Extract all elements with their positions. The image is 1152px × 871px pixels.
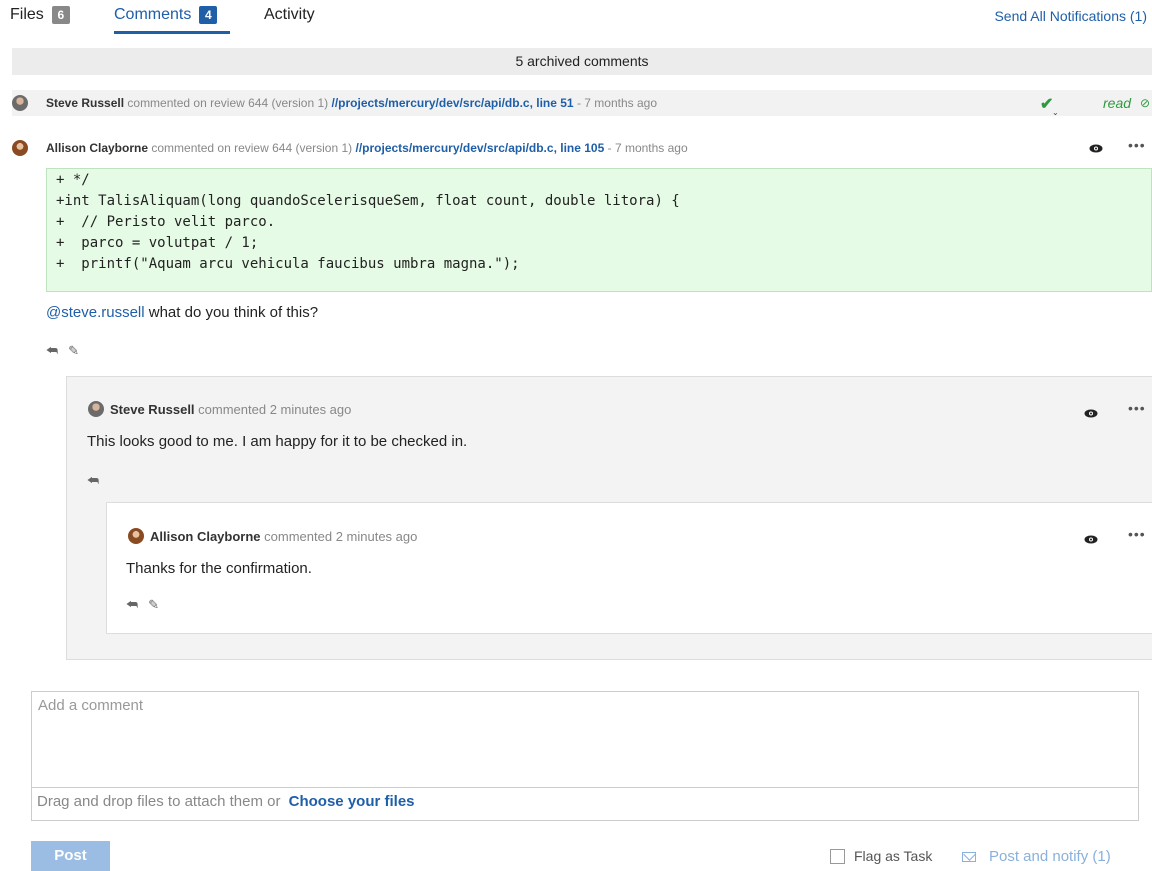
comment-composer: Drag and drop files to attach them or Ch…: [31, 691, 1139, 821]
post-notify-label: Post and notify (1): [989, 848, 1111, 865]
code-snippet: + */ +int TalisAliquam(long quandoSceleri…: [46, 168, 1152, 292]
tab-activity-label: Activity: [264, 6, 315, 23]
reply-icon[interactable]: ⮪: [46, 343, 58, 359]
eye-icon[interactable]: [1084, 409, 1098, 418]
file-link[interactable]: //projects/mercury/dev/src/api/db.c, lin…: [332, 96, 574, 110]
tab-files[interactable]: Files 6: [10, 6, 70, 24]
flag-as-task[interactable]: Flag as Task: [830, 848, 932, 864]
comment-header-steve: Steve Russell commented on review 644 (v…: [12, 90, 1152, 117]
comment-actions: ⮪: [87, 473, 99, 489]
eye-icon[interactable]: [1084, 535, 1098, 544]
reply-thread: Allison Clayborne commented 2 minutes ag…: [106, 502, 1152, 634]
code-line: + */: [56, 172, 90, 188]
archived-comments-toggle[interactable]: 5 archived comments: [12, 48, 1152, 75]
comment-body: Thanks for the confirmation.: [126, 560, 312, 577]
more-icon[interactable]: •••: [1128, 132, 1146, 158]
comment-action: commented on review 644 (version 1): [127, 96, 329, 110]
comment-meta: Steve Russell commented on review 644 (v…: [46, 90, 657, 116]
code-line: + printf("Aquam arcu vehicula faucibus u…: [56, 256, 520, 272]
comment-header-allison: Allison Clayborne commented on review 64…: [12, 135, 1152, 161]
comment-text: what do you think of this?: [144, 304, 319, 321]
drop-hint-text: Drag and drop files to attach them or: [37, 793, 281, 810]
file-drop-zone[interactable]: Drag and drop files to attach them or Ch…: [37, 793, 415, 810]
reply-icon[interactable]: ⮪: [87, 473, 99, 489]
tab-activity[interactable]: Activity: [264, 6, 315, 24]
comment-author: Steve Russell: [110, 401, 195, 417]
comment-author: Steve Russell: [46, 96, 125, 110]
comment-time: - 7 months ago: [607, 141, 688, 155]
read-status[interactable]: read: [1103, 90, 1131, 116]
tab-files-label: Files: [10, 6, 44, 23]
code-line: +int TalisAliquam(long quandoScelerisque…: [56, 193, 680, 209]
reply-header: Steve Russell commented 2 minutes ago: [88, 401, 351, 417]
more-icon[interactable]: •••: [1128, 526, 1146, 542]
file-link[interactable]: //projects/mercury/dev/src/api/db.c, lin…: [355, 141, 604, 155]
user-mention[interactable]: @steve.russell: [46, 304, 145, 321]
tab-comments-count: 4: [199, 6, 218, 24]
avatar: [128, 528, 144, 544]
code-line: + parco = volutpat / 1;: [56, 235, 259, 251]
tab-comments-label: Comments: [114, 6, 192, 23]
comment-time: commented 2 minutes ago: [198, 401, 352, 417]
edit-icon[interactable]: ✎: [68, 343, 79, 359]
comment-meta: Allison Clayborne commented on review 64…: [46, 135, 688, 161]
more-icon[interactable]: •••: [1128, 400, 1146, 416]
comment-body: @steve.russell what do you think of this…: [46, 304, 318, 321]
comment-input[interactable]: [32, 692, 1138, 788]
avatar: [12, 95, 28, 111]
flag-task-label: Flag as Task: [854, 848, 933, 864]
comment-action: commented on review 644 (version 1): [151, 141, 353, 155]
chevron-down-icon[interactable]: ⌄: [1052, 100, 1059, 126]
comment-author: Allison Clayborne: [46, 141, 149, 155]
tab-files-count: 6: [51, 6, 70, 24]
check-circle-icon: ⊘: [1140, 96, 1151, 110]
comment-time: - 7 months ago: [576, 96, 657, 110]
reply-icon[interactable]: ⮪: [126, 597, 138, 613]
choose-files-link[interactable]: Choose your files: [289, 793, 415, 810]
tab-bar: Files 6 Comments 4 Activity Send All Not…: [0, 0, 1152, 40]
edit-icon[interactable]: ✎: [148, 597, 159, 613]
avatar: [88, 401, 104, 417]
mail-icon: [962, 851, 976, 862]
flag-task-checkbox[interactable]: [830, 848, 845, 864]
avatar: [12, 140, 28, 156]
eye-icon[interactable]: [1089, 144, 1103, 153]
tab-comments[interactable]: Comments 4: [114, 6, 218, 24]
post-and-notify-button[interactable]: Post and notify (1): [962, 848, 1111, 865]
comment-body: This looks good to me. I am happy for it…: [87, 433, 468, 450]
send-all-notifications-link[interactable]: Send All Notifications (1): [994, 8, 1147, 24]
post-button[interactable]: Post: [31, 841, 110, 871]
comment-actions: ⮪ ✎: [126, 597, 159, 613]
comment-actions: ⮪ ✎: [46, 343, 79, 359]
active-tab-indicator: [114, 31, 230, 34]
code-line: + // Peristo velit parco.: [56, 214, 276, 230]
comment-time: commented 2 minutes ago: [264, 528, 418, 544]
reply-header: Allison Clayborne commented 2 minutes ag…: [128, 528, 417, 544]
comment-author: Allison Clayborne: [150, 528, 261, 544]
